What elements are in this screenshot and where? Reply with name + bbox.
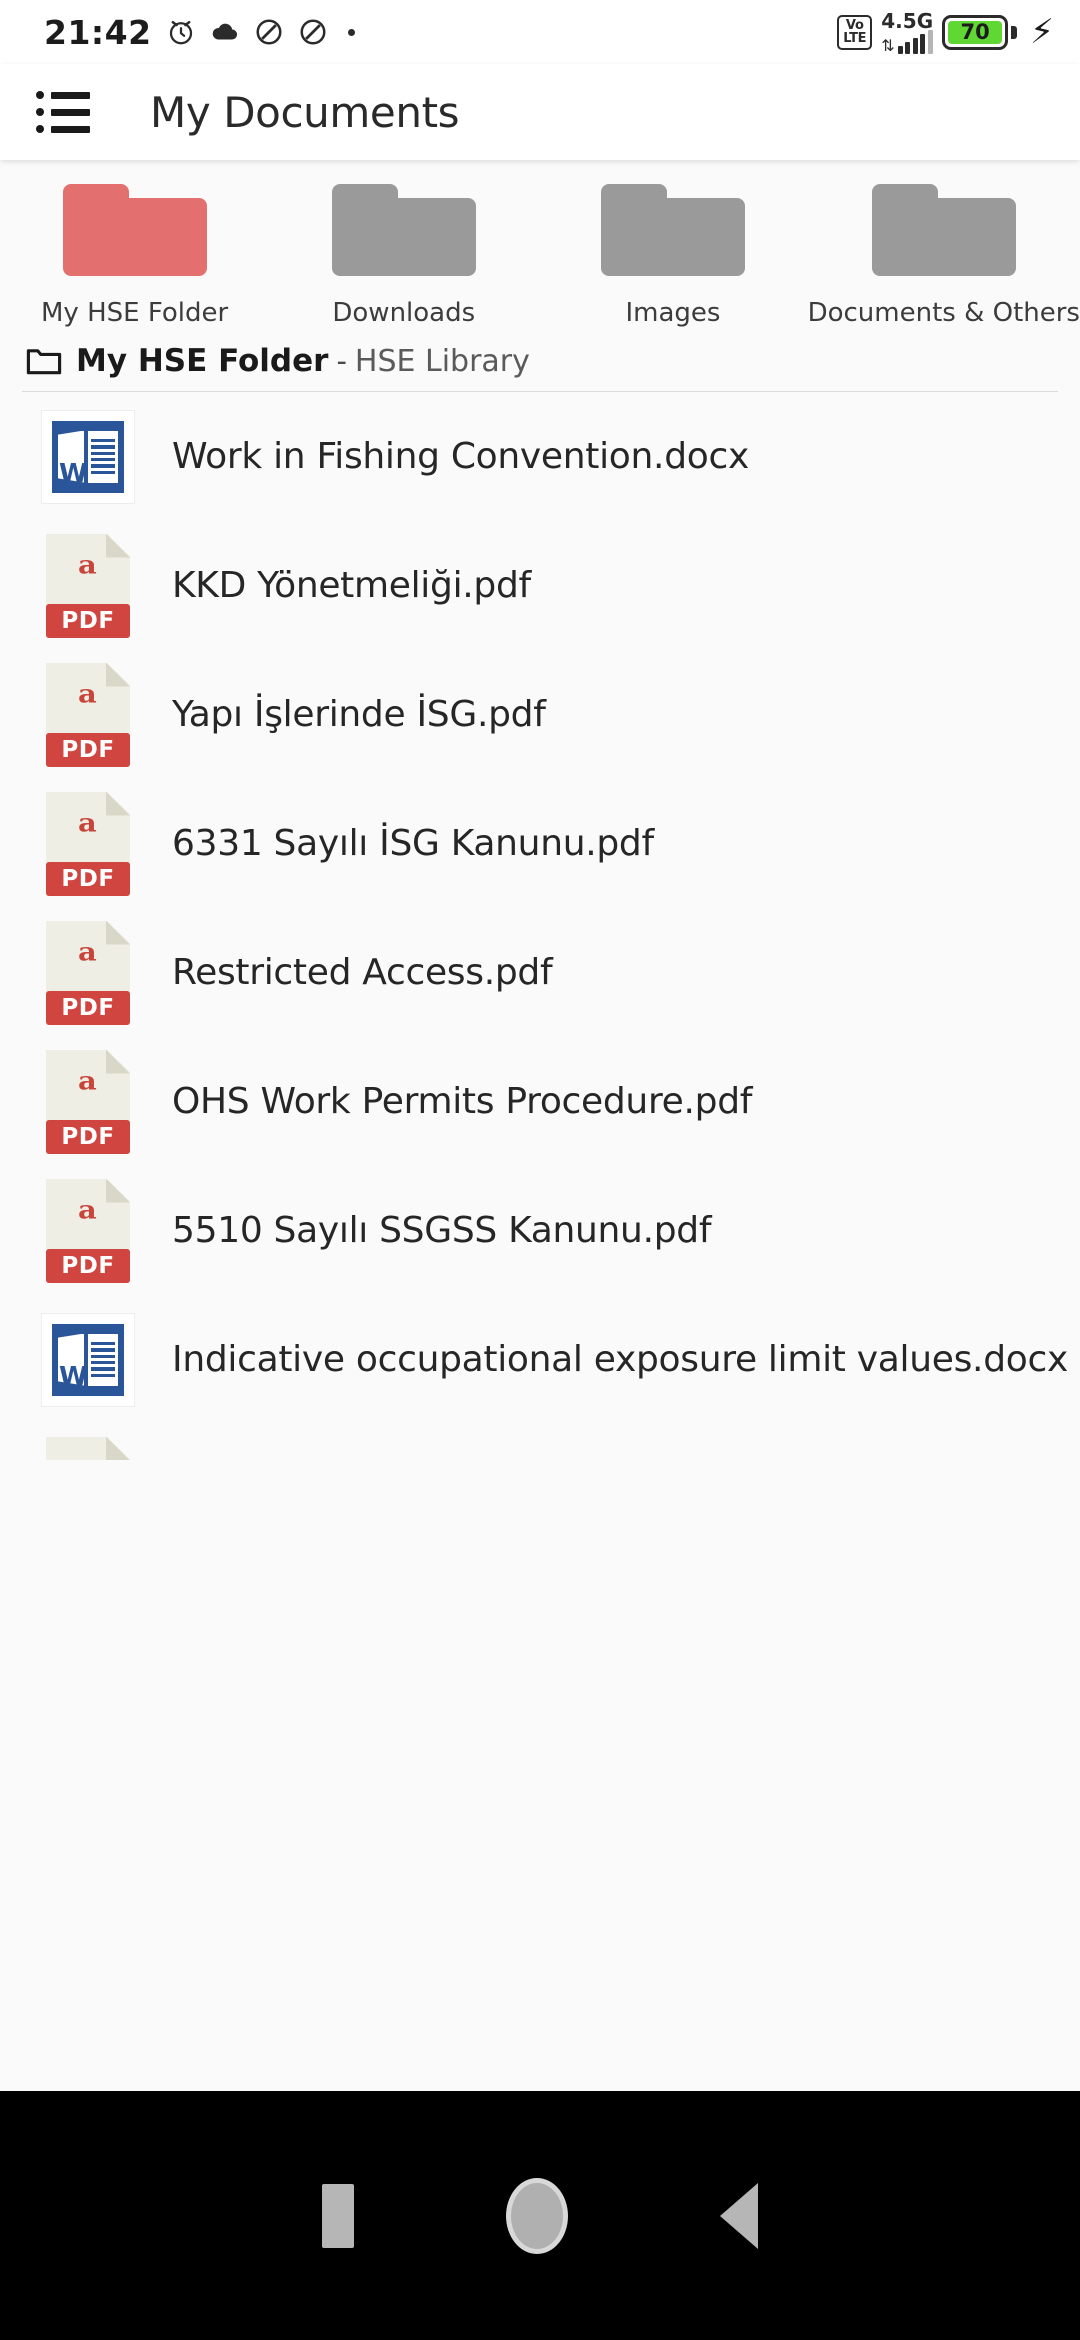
- signal-bars-icon: [897, 29, 933, 54]
- list-item[interactable]: ᵃ PDF 5510 Sayılı SSGSS Kanunu.pdf: [0, 1166, 1080, 1295]
- dot-indicator-icon: [347, 28, 355, 36]
- pdf-file-icon: ᵃ PDF: [36, 661, 140, 769]
- cloud-icon: [210, 17, 240, 47]
- word-file-icon: W: [36, 1306, 140, 1414]
- pdf-badge-label: PDF: [61, 865, 115, 892]
- data-transfer-icon: ⇅: [881, 35, 895, 55]
- breadcrumb-parent: HSE Library: [354, 343, 530, 379]
- list-item[interactable]: ᵃ PDF Yapı İşlerinde İSG.pdf: [0, 650, 1080, 779]
- alarm-clock-icon: [166, 17, 196, 47]
- back-button[interactable]: [720, 2182, 758, 2249]
- list-item[interactable]: W Work in Fishing Convention.docx: [0, 392, 1080, 521]
- list-item[interactable]: ᵃ PDF KKD Yönetmeliği.pdf: [0, 521, 1080, 650]
- do-not-disturb-icon: [254, 17, 284, 47]
- breadcrumb[interactable]: My HSE Folder - HSE Library: [0, 330, 1080, 392]
- word-letter: W: [59, 1361, 88, 1392]
- folder-shortcut-documents-others[interactable]: Documents & Others: [808, 184, 1080, 328]
- volte-icon: Vo LTE: [837, 14, 873, 50]
- home-button[interactable]: [506, 2177, 568, 2254]
- pdf-file-icon: ᵃ PDF: [36, 1435, 140, 1460]
- file-name: 5510 Sayılı SSGSS Kanunu.pdf: [172, 1210, 712, 1251]
- pdf-badge-label: PDF: [61, 607, 115, 634]
- pdf-badge-label: PDF: [61, 736, 115, 763]
- folder-shortcut-strip: My HSE Folder Downloads Images Documents…: [0, 160, 1080, 330]
- file-name: Yapı İşlerinde İSG.pdf: [172, 694, 546, 735]
- word-letter: W: [59, 458, 88, 489]
- folder-label: Downloads: [332, 298, 476, 328]
- word-file-icon: W: [36, 403, 140, 511]
- charging-bolt-icon: ⚡: [1030, 12, 1054, 52]
- status-bar-left: 21:42: [44, 13, 355, 52]
- list-item[interactable]: ᵃ PDF: [0, 1424, 1080, 1460]
- app-bar: My Documents: [0, 64, 1080, 160]
- folder-shortcut-my-hse-folder[interactable]: My HSE Folder: [0, 184, 269, 328]
- file-name: Work in Fishing Convention.docx: [172, 436, 749, 477]
- folder-label: Documents & Others: [807, 298, 1080, 328]
- file-name: Restricted Access.pdf: [172, 952, 553, 993]
- file-name: Indicative occupational exposure limit v…: [172, 1339, 1068, 1380]
- file-list[interactable]: W Work in Fishing Convention.docx ᵃ PDF …: [0, 392, 1080, 1460]
- status-bar-right: Vo LTE 4.5G ⇅ 70 ⚡: [837, 11, 1054, 54]
- pdf-file-icon: ᵃ PDF: [36, 532, 140, 640]
- folder-label: My HSE Folder: [41, 298, 229, 328]
- folder-icon: [62, 184, 207, 276]
- file-name: KKD Yönetmeliği.pdf: [172, 565, 531, 606]
- list-item[interactable]: ᵃ PDF OHS Work Permits Procedure.pdf: [0, 1037, 1080, 1166]
- page-title: My Documents: [150, 87, 460, 137]
- pdf-badge-label: PDF: [61, 1252, 115, 1279]
- pdf-badge-label: PDF: [61, 1123, 115, 1150]
- network-indicator: 4.5G ⇅: [881, 11, 933, 54]
- breadcrumb-separator: -: [336, 344, 347, 378]
- folder-shortcut-images[interactable]: Images: [538, 184, 807, 328]
- folder-shortcut-downloads[interactable]: Downloads: [269, 184, 538, 328]
- volte-bottom-text: LTE: [843, 31, 867, 46]
- status-clock: 21:42: [44, 12, 152, 52]
- phone-screen: 21:42 Vo LTE 4.5G ⇅ 70 ⚡ My Documents My…: [0, 0, 1080, 2340]
- status-bar: 21:42 Vo LTE 4.5G ⇅ 70 ⚡: [0, 0, 1080, 64]
- folder-outline-icon: [26, 346, 62, 376]
- folder-label: Images: [625, 298, 721, 328]
- pdf-file-icon: ᵃ PDF: [36, 919, 140, 1027]
- folder-icon: [871, 184, 1016, 276]
- list-item[interactable]: W Indicative occupational exposure limit…: [0, 1295, 1080, 1424]
- list-item[interactable]: ᵃ PDF Restricted Access.pdf: [0, 908, 1080, 1037]
- list-menu-icon[interactable]: [36, 83, 94, 141]
- pdf-file-icon: ᵃ PDF: [36, 1177, 140, 1285]
- pdf-file-icon: ᵃ PDF: [36, 1048, 140, 1156]
- signal-row: ⇅: [881, 29, 933, 55]
- battery-percent-label: 70: [960, 20, 990, 44]
- recents-button[interactable]: [322, 2183, 354, 2248]
- network-generation-label: 4.5G: [881, 8, 934, 33]
- breadcrumb-current: My HSE Folder: [76, 343, 329, 379]
- file-name: 6331 Sayılı İSG Kanunu.pdf: [172, 823, 654, 864]
- pdf-file-icon: ᵃ PDF: [36, 790, 140, 898]
- android-navigation-bar: [0, 2091, 1080, 2340]
- pdf-badge-label: PDF: [61, 994, 115, 1021]
- file-name: OHS Work Permits Procedure.pdf: [172, 1081, 753, 1122]
- do-not-disturb-icon: [298, 17, 328, 47]
- battery-icon: 70: [942, 14, 1009, 50]
- battery-nub: [1011, 25, 1018, 39]
- list-item[interactable]: ᵃ PDF 6331 Sayılı İSG Kanunu.pdf: [0, 779, 1080, 908]
- folder-icon: [331, 184, 476, 276]
- battery-indicator: 70: [942, 14, 1018, 50]
- folder-icon: [600, 184, 745, 276]
